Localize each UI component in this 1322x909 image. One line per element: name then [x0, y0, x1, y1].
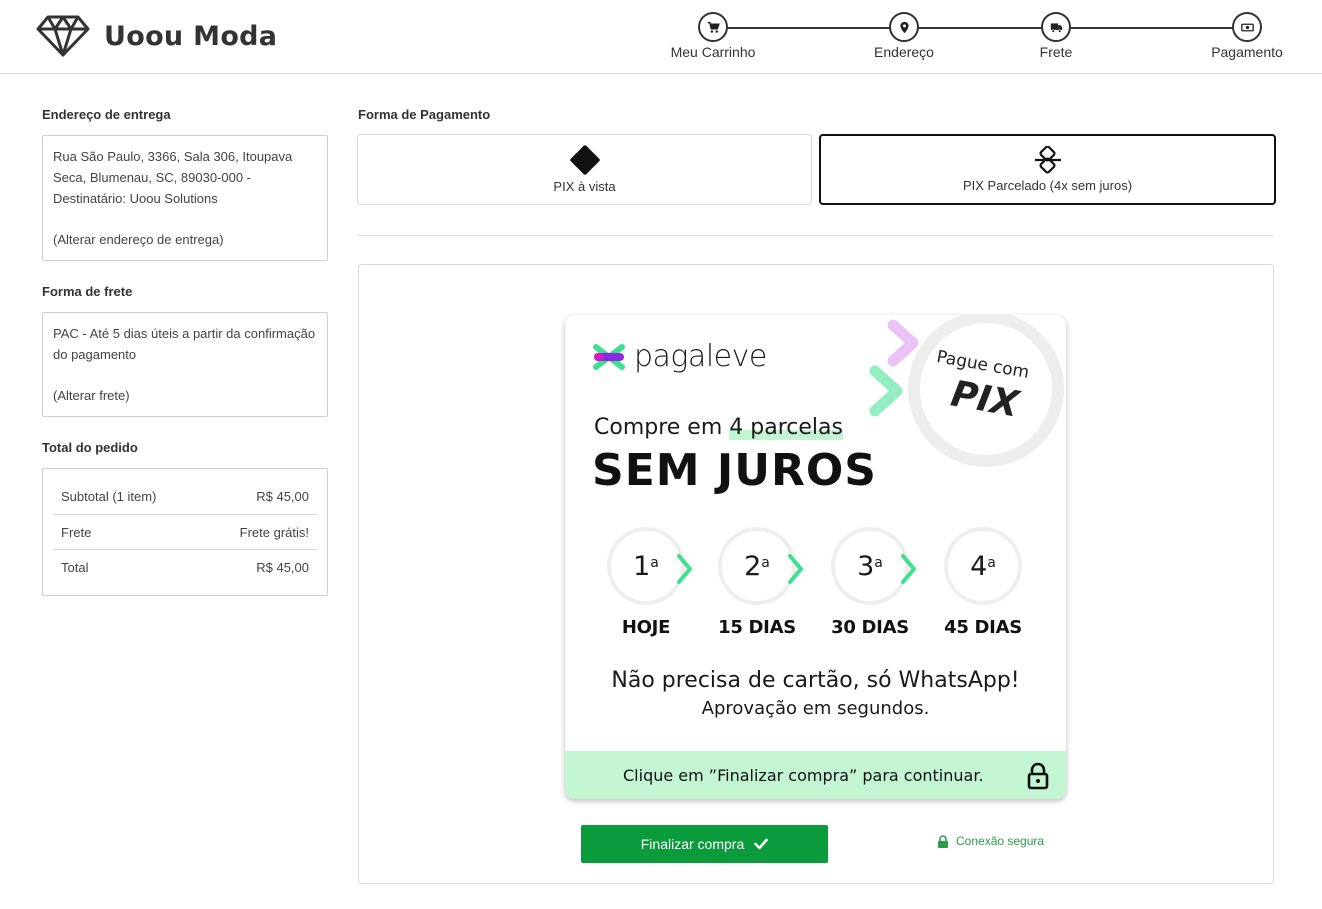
installment-label: 30 DIAS: [831, 617, 909, 638]
brand-logo[interactable]: Uoou Moda: [36, 14, 277, 58]
map-pin-icon: [899, 21, 909, 33]
pagaleve-logo: pagaleve: [592, 339, 767, 374]
subtagline: Aprovação em segundos.: [701, 698, 930, 719]
step-label: Pagamento: [1211, 44, 1283, 60]
steps-progress-line: [708, 27, 1251, 29]
installment-label: 45 DIAS: [944, 617, 1022, 638]
brand-name: Uoou Moda: [104, 20, 278, 52]
chevron-right-icon: [788, 554, 803, 584]
chevron-right-icon: [901, 554, 916, 584]
header: Uoou Moda Meu Carrinho Endereço Frete Pa…: [0, 0, 1322, 74]
shipping-box: PAC - Até 5 dias úteis a partir da confi…: [42, 312, 328, 417]
installment-4: 4a 45 DIAS: [938, 527, 1028, 638]
installment-ordinal: a: [650, 555, 659, 571]
shipping-description: PAC - Até 5 dias úteis a partir da confi…: [53, 326, 316, 362]
totals-value: Frete grátis!: [239, 524, 309, 540]
cart-icon: [707, 21, 720, 33]
payment-option-pix[interactable]: PIX à vista: [357, 134, 812, 205]
installment-number: 3: [857, 550, 875, 582]
change-address-link[interactable]: (Alterar endereço de entrega): [53, 229, 317, 250]
installment-ordinal: a: [761, 555, 770, 571]
installment-2: 2a 15 DIAS: [712, 527, 803, 638]
finalize-purchase-button[interactable]: Finalizar compra: [581, 825, 828, 863]
pagaleve-logo-text: pagaleve: [634, 339, 767, 374]
change-shipping-link[interactable]: (Alterar frete): [53, 385, 317, 406]
payment-option-label: PIX à vista: [553, 179, 616, 194]
totals-label: Subtotal (1 item): [61, 489, 157, 504]
step-label: Endereço: [874, 44, 934, 60]
installment-1: 1a HOJE: [601, 527, 692, 638]
money-icon: [1240, 23, 1254, 31]
step-label: Frete: [1039, 44, 1073, 60]
totals-value: R$ 45,00: [256, 559, 309, 575]
secure-label: Conexão segura: [956, 834, 1045, 848]
banner-footer: Clique em ”Finalizar compra” para contin…: [565, 751, 1066, 799]
secure-connection: Conexão segura: [937, 834, 1044, 848]
installment-3: 3a 30 DIAS: [825, 527, 916, 638]
tagline: Não precisa de cartão, só WhatsApp!: [611, 668, 1020, 693]
headline-highlight: 4 parcelas: [729, 415, 843, 440]
headline-pre-text: Compre em: [594, 415, 730, 440]
finalize-label: Finalizar compra: [640, 836, 745, 852]
delivery-address: Rua São Paulo, 3366, Sala 306, Itoupava …: [53, 149, 293, 206]
check-icon: [754, 838, 769, 850]
chevron-right-icon: [677, 554, 692, 584]
delivery-box: Rua São Paulo, 3366, Sala 306, Itoupava …: [42, 135, 328, 261]
totals-row-total: Total R$ 45,00: [53, 549, 317, 584]
pagaleve-mark-icon: [593, 343, 625, 370]
totals-row-subtotal: Subtotal (1 item) R$ 45,00: [53, 479, 317, 514]
installment-label: 15 DIAS: [718, 617, 796, 638]
step-payment[interactable]: Pagamento: [1182, 12, 1312, 60]
installment-number: 1: [633, 550, 651, 582]
headline-pre: Compre em 4 parcelas: [594, 415, 843, 440]
step-label: Meu Carrinho: [670, 44, 756, 60]
lock-icon: [1027, 762, 1049, 790]
totals-label: Frete: [61, 524, 92, 540]
truck-icon: [1050, 22, 1062, 33]
totals-row-shipping: Frete Frete grátis!: [53, 514, 317, 549]
order-totals-box: Subtotal (1 item) R$ 45,00 Frete Frete g…: [42, 468, 328, 596]
pix-icon: [569, 145, 600, 175]
headline-main: SEM JUROS: [592, 445, 877, 496]
divider: [358, 235, 1273, 236]
order-total-title: Total do pedido: [42, 440, 138, 455]
pagaleve-banner: pagaleve Pague com PIX Compre em 4 parce…: [565, 315, 1066, 799]
payment-option-pix-parcelado[interactable]: PIX Parcelado (4x sem juros): [819, 134, 1276, 205]
step-address[interactable]: Endereço: [839, 12, 969, 60]
payment-title: Forma de Pagamento: [358, 107, 491, 122]
lock-icon: [938, 834, 948, 848]
installment-label: HOJE: [621, 617, 671, 638]
shipping-title: Forma de frete: [42, 284, 133, 299]
step-cart[interactable]: Meu Carrinho: [648, 12, 778, 60]
installment-ordinal: a: [987, 555, 996, 571]
totals-value: R$ 45,00: [256, 489, 309, 504]
totals-label: Total: [61, 559, 89, 575]
diamond-icon: [36, 15, 90, 57]
pix-parcelado-icon: [1034, 146, 1061, 174]
delivery-title: Endereço de entrega: [42, 107, 171, 122]
banner-footer-text: Clique em ”Finalizar compra” para contin…: [623, 765, 984, 785]
step-shipping[interactable]: Frete: [991, 12, 1121, 60]
installment-number: 2: [744, 550, 762, 582]
payment-option-label: PIX Parcelado (4x sem juros): [962, 178, 1133, 193]
installment-number: 4: [970, 550, 988, 582]
installment-ordinal: a: [874, 555, 883, 571]
